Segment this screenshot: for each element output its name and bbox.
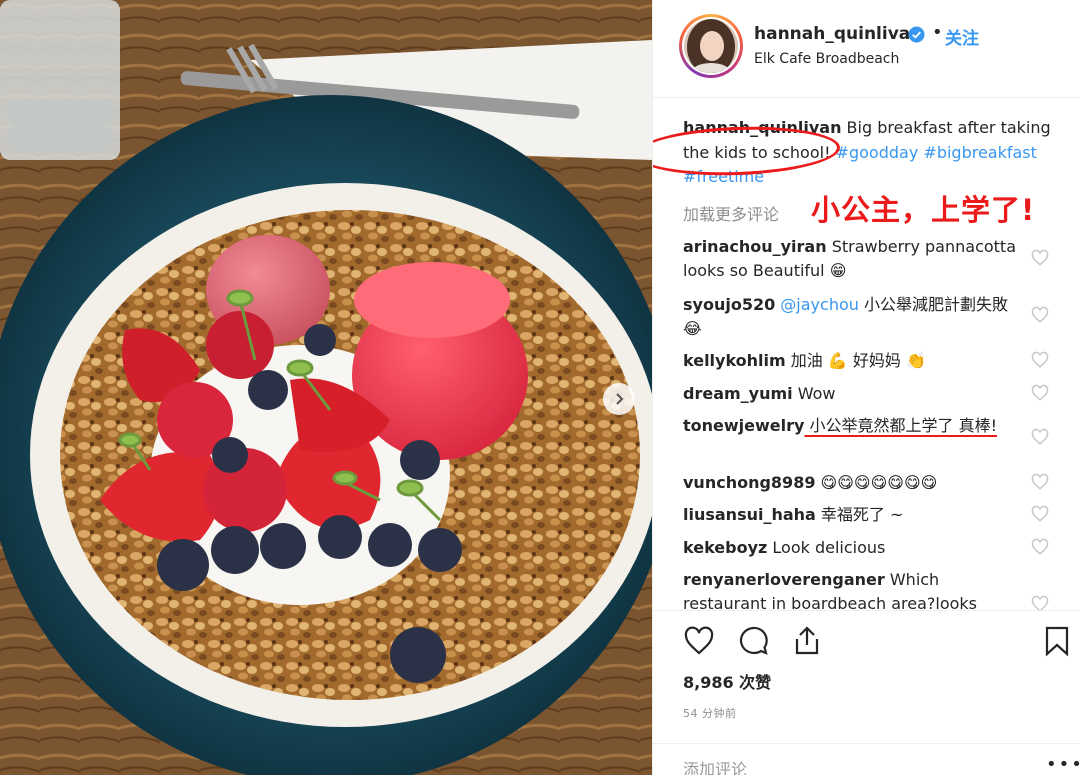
avatar[interactable] bbox=[679, 14, 743, 78]
comment-text: 小公举竟然都上学了 真棒! bbox=[804, 416, 998, 435]
like-comment-heart-icon[interactable] bbox=[1031, 595, 1049, 610]
comment-mention-link[interactable]: @jaychou bbox=[775, 295, 859, 314]
follow-button[interactable]: 关注 bbox=[945, 24, 979, 49]
comment-item: renyanerloverenganer Which restaurant in… bbox=[683, 568, 1023, 610]
like-heart-icon[interactable] bbox=[683, 625, 715, 657]
comment-username[interactable]: vunchong8989 bbox=[683, 473, 815, 492]
like-comment-heart-icon[interactable] bbox=[1031, 306, 1049, 324]
post-photo[interactable] bbox=[0, 0, 652, 775]
share-upload-icon[interactable] bbox=[791, 625, 823, 657]
comment-text: 幸福死了 ~ bbox=[815, 505, 904, 524]
bookmark-icon[interactable] bbox=[1041, 625, 1073, 657]
hashtag-link[interactable]: #goodday bbox=[836, 143, 919, 162]
like-comment-heart-icon[interactable] bbox=[1031, 428, 1049, 446]
like-count[interactable]: 8,986 次赞 bbox=[683, 669, 771, 693]
comment-text: 加油 💪 好妈妈 👏 bbox=[785, 351, 926, 370]
load-more-comments-button[interactable]: 加载更多评论 bbox=[683, 201, 779, 225]
comment-username[interactable]: syoujo520 bbox=[683, 295, 775, 314]
comment-username[interactable]: arinachou_yiran bbox=[683, 237, 827, 256]
comment-item: vunchong8989 😋😋😋😋😋😋😋 bbox=[683, 471, 1023, 495]
comment-bubble-icon[interactable] bbox=[737, 625, 769, 657]
comment-username[interactable]: tonewjewelry bbox=[683, 416, 804, 435]
comment-username[interactable]: kellykohlim bbox=[683, 351, 786, 370]
like-comment-heart-icon[interactable] bbox=[1031, 505, 1049, 523]
comment-username[interactable]: kekeboyz bbox=[683, 538, 767, 557]
separator-dot: • bbox=[932, 22, 943, 43]
next-photo-button[interactable] bbox=[603, 383, 635, 415]
post-author-username[interactable]: hannah_quinlivan bbox=[754, 24, 922, 44]
add-comment-field[interactable]: 添加评论 ••• bbox=[653, 743, 1080, 775]
like-comment-heart-icon[interactable] bbox=[1031, 538, 1049, 556]
chevron-right-icon bbox=[616, 393, 624, 405]
add-comment-placeholder: 添加评论 bbox=[683, 760, 748, 775]
comment-item: tonewjewelry 小公举竟然都上学了 真棒! bbox=[683, 414, 1023, 438]
like-comment-heart-icon[interactable] bbox=[1031, 249, 1049, 267]
comment-text: 😋😋😋😋😋😋😋 bbox=[815, 473, 938, 492]
like-comment-heart-icon[interactable] bbox=[1031, 384, 1049, 402]
red-text-annotation: 小公主，上学了! bbox=[811, 193, 1036, 227]
post-side-panel: hannah_quinlivan • 关注 Elk Cafe Broadbeac… bbox=[652, 0, 1080, 775]
post-location[interactable]: Elk Cafe Broadbeach bbox=[754, 51, 899, 67]
comment-item: syoujo520 @jaychou 小公舉減肥計劃失敗😂 bbox=[683, 293, 1023, 341]
comment-text: Wow bbox=[792, 384, 836, 403]
comment-username[interactable]: dream_yumi bbox=[683, 384, 793, 403]
like-comment-heart-icon[interactable] bbox=[1031, 473, 1049, 491]
post-actions-bar: 8,986 次赞 54 分钟前 添加评论 ••• bbox=[653, 610, 1080, 775]
comment-item: arinachou_yiran Strawberry pannacotta lo… bbox=[683, 235, 1023, 283]
verified-badge-icon bbox=[908, 26, 925, 43]
like-comment-heart-icon[interactable] bbox=[1031, 351, 1049, 369]
comment-username[interactable]: renyanerloverenganer bbox=[683, 570, 885, 589]
comment-item: kellykohlim 加油 💪 好妈妈 👏 bbox=[683, 349, 1023, 373]
comment-item: liusansui_haha 幸福死了 ~ bbox=[683, 503, 1023, 527]
comments-section: hannah_quinlivan Big breakfast after tak… bbox=[653, 99, 1080, 610]
post-header: hannah_quinlivan • 关注 Elk Cafe Broadbeac… bbox=[653, 0, 1080, 98]
breakfast-bowl-image bbox=[0, 0, 652, 775]
post-timestamp: 54 分钟前 bbox=[683, 707, 737, 720]
profile-picture-icon bbox=[684, 19, 738, 73]
comment-username[interactable]: liusansui_haha bbox=[683, 505, 816, 524]
hashtag-link[interactable]: #bigbreakfast bbox=[923, 143, 1037, 162]
more-options-icon[interactable]: ••• bbox=[1046, 754, 1080, 775]
comment-item: dream_yumi Wow bbox=[683, 382, 1023, 406]
comment-item: kekeboyz Look delicious bbox=[683, 536, 1023, 560]
comment-text: Look delicious bbox=[767, 538, 886, 557]
